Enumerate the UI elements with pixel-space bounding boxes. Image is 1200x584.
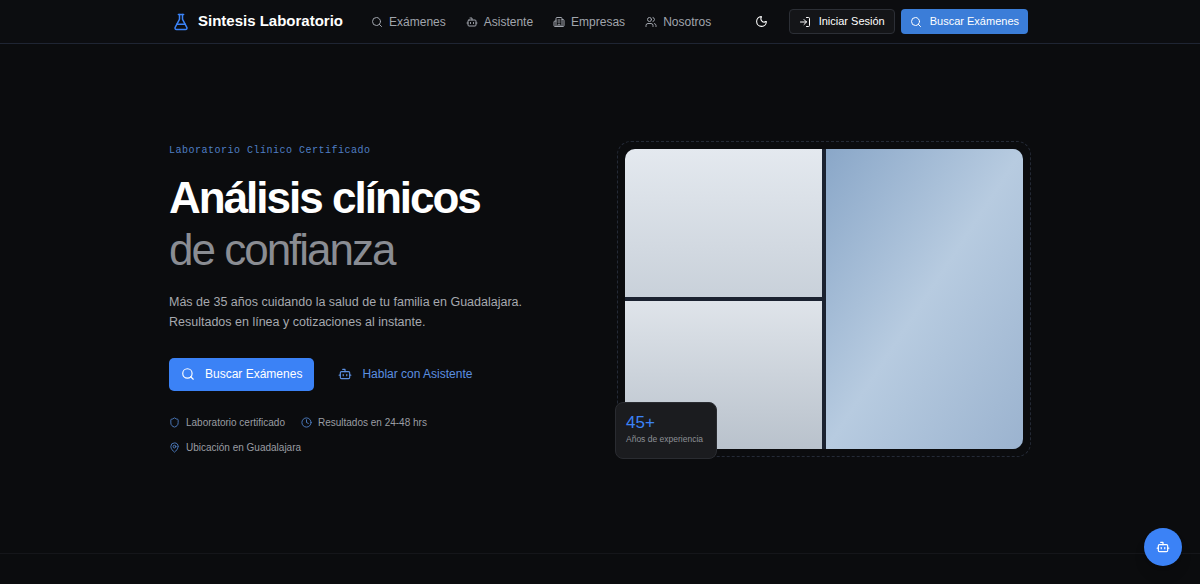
page: Sintesis Laboratorio Exámenes Asistente Emp… bbox=[0, 0, 1200, 584]
bot-icon bbox=[466, 16, 478, 28]
nav-item[interactable]: Exámenes bbox=[371, 13, 446, 31]
feature-item: Resultados en 24-48 hrs bbox=[301, 415, 427, 430]
hero-text: Laboratorio Clínico Certificado Análisis … bbox=[169, 143, 569, 455]
moon-icon bbox=[755, 15, 768, 28]
nav-item[interactable]: Asistente bbox=[466, 13, 533, 31]
experience-badge: 45+Años de experiencia bbox=[615, 402, 717, 459]
theme-toggle[interactable] bbox=[749, 10, 775, 34]
hero-description: Más de 35 años cuidando la salud de tu f… bbox=[169, 292, 569, 332]
feature-list: Laboratorio certificado Resultados en 24-… bbox=[169, 415, 469, 455]
building-icon bbox=[553, 16, 565, 28]
chat-button[interactable] bbox=[1144, 528, 1182, 566]
shield-icon bbox=[169, 417, 180, 428]
clock-icon bbox=[301, 417, 312, 428]
search-button[interactable]: Buscar Exámenes bbox=[901, 9, 1028, 34]
eyebrow: Laboratorio Clínico Certificado bbox=[169, 143, 569, 158]
login-icon bbox=[799, 16, 811, 28]
feature-item: Laboratorio certificado bbox=[169, 415, 285, 430]
nav-item[interactable]: Empresas bbox=[553, 13, 625, 31]
bot-icon bbox=[1156, 540, 1170, 554]
brand[interactable]: Sintesis Laboratorio bbox=[172, 10, 343, 33]
search-icon bbox=[371, 16, 383, 28]
main-nav: Exámenes Asistente Empresas Nosotros bbox=[371, 13, 711, 31]
primary-search-button[interactable]: Buscar Exámenes bbox=[169, 358, 314, 391]
users-icon bbox=[645, 16, 657, 28]
assistant-button[interactable]: Hablar con Asistente bbox=[338, 365, 472, 383]
top-bar: Sintesis Laboratorio Exámenes Asistente Emp… bbox=[0, 0, 1200, 44]
search-icon bbox=[910, 16, 922, 28]
bot-icon bbox=[338, 367, 352, 381]
hero-title: Análisis clínicosde confianza bbox=[169, 172, 569, 276]
hero-image-frame: 45+Años de experiencia bbox=[617, 141, 1031, 457]
search-icon bbox=[181, 367, 195, 381]
pin-icon bbox=[169, 442, 180, 453]
feature-item: Ubicación en Guadalajara bbox=[169, 440, 301, 455]
flask-icon bbox=[172, 13, 190, 31]
hero: Laboratorio Clínico Certificado Análisis … bbox=[0, 44, 1200, 554]
nav-item[interactable]: Nosotros bbox=[645, 13, 711, 31]
login-button[interactable]: Iniciar Sesión bbox=[789, 9, 895, 34]
